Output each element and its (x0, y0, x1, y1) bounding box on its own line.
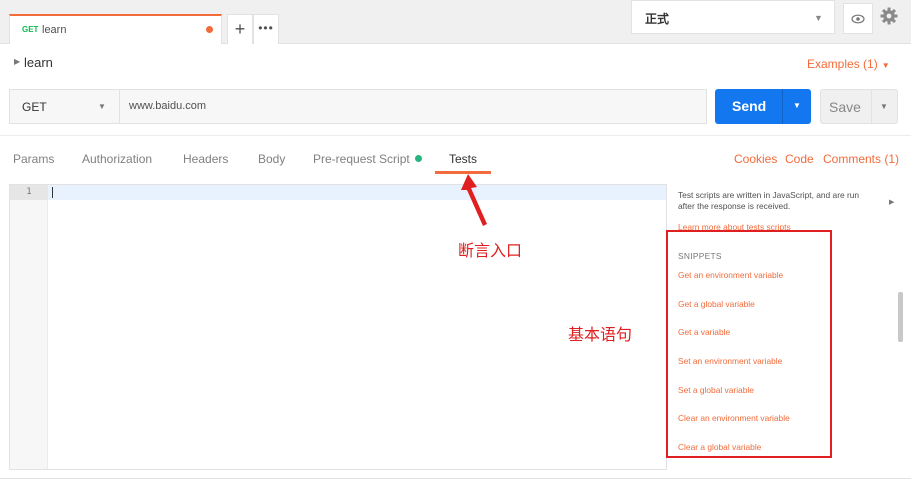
method-label: GET (22, 100, 47, 114)
snippet-set-environment-variable[interactable]: Set an environment variable (678, 356, 782, 366)
send-button[interactable]: Send ▼ (715, 89, 811, 124)
url-input[interactable]: www.baidu.com (129, 100, 206, 112)
snippet-get-environment-variable[interactable]: Get an environment variable (678, 270, 783, 280)
save-divider (871, 90, 872, 123)
bottom-divider (0, 478, 911, 479)
save-label: Save (829, 99, 861, 115)
examples-dropdown[interactable]: Examples (1) ▼ (807, 57, 890, 71)
send-divider (782, 89, 783, 124)
gear-icon[interactable] (880, 7, 898, 25)
tab-method-label: GET (22, 25, 39, 34)
request-tab[interactable]: GET learn (9, 14, 222, 44)
snippets-heading: SNIPPETS (678, 251, 722, 261)
editor-gutter: 1 (10, 185, 48, 469)
tab-tests[interactable]: Tests (449, 152, 477, 166)
chevron-down-icon: ▼ (98, 102, 106, 111)
snippet-set-global-variable[interactable]: Set a global variable (678, 385, 754, 395)
save-button[interactable]: Save ▼ (820, 89, 898, 124)
tab-authorization[interactable]: Authorization (82, 152, 152, 166)
annotation-basic-statements: 基本语句 (568, 325, 633, 344)
environment-select[interactable]: 正式 ▼ (631, 0, 835, 34)
chevron-down-icon[interactable]: ▼ (880, 102, 888, 111)
url-bar: GET ▼ www.baidu.com (9, 89, 707, 124)
new-tab-button[interactable]: + (227, 14, 253, 44)
environment-label: 正式 (645, 12, 670, 26)
active-line-highlight (48, 185, 666, 200)
tests-description: Test scripts are written in JavaScript, … (678, 190, 860, 211)
send-label: Send (732, 98, 767, 114)
line-number: 1 (10, 185, 48, 200)
snippet-get-global-variable[interactable]: Get a global variable (678, 299, 755, 309)
tab-name-label: learn (42, 24, 67, 36)
eye-icon (851, 14, 865, 24)
snippet-get-variable[interactable]: Get a variable (678, 327, 730, 337)
status-dot-icon (414, 155, 422, 162)
environment-quick-look-button[interactable] (843, 3, 873, 34)
chevron-down-icon: ▼ (814, 13, 823, 23)
snippets-highlight-box (666, 230, 832, 458)
text-cursor (52, 187, 53, 198)
sidebar-scrollbar[interactable] (898, 292, 903, 342)
tab-pre-request-script-label: Pre-request Script (313, 152, 410, 166)
tab-pre-request-script[interactable]: Pre-request Script (313, 152, 422, 166)
chevron-down-icon[interactable]: ▼ (793, 101, 801, 110)
annotation-arrow-icon (461, 174, 487, 226)
chevron-down-icon: ▼ (881, 61, 890, 70)
method-select[interactable]: GET ▼ (10, 90, 120, 123)
snippet-clear-global-variable[interactable]: Clear a global variable (678, 442, 761, 452)
more-tabs-button[interactable]: ••• (253, 14, 279, 44)
request-name-row: ▶ learn Examples (1) ▼ (0, 48, 911, 78)
snippet-clear-environment-variable[interactable]: Clear an environment variable (678, 413, 790, 423)
tab-body[interactable]: Body (258, 152, 285, 166)
tab-params[interactable]: Params (13, 152, 54, 166)
annotation-assertion-entry: 断言入口 (458, 241, 523, 260)
code-link[interactable]: Code (785, 152, 814, 166)
comments-link[interactable]: Comments (1) (823, 152, 899, 166)
tab-headers[interactable]: Headers (183, 152, 228, 166)
cookies-link[interactable]: Cookies (734, 152, 777, 166)
collapse-sidebar-icon[interactable]: ▶ (889, 198, 894, 206)
examples-label: Examples (1) (807, 57, 878, 71)
request-name[interactable]: learn (24, 55, 53, 70)
request-tab-bar: GET learn + ••• 正式 ▼ (0, 0, 911, 44)
caret-right-icon[interactable]: ▶ (14, 57, 20, 66)
unsaved-dot-icon (206, 26, 213, 33)
